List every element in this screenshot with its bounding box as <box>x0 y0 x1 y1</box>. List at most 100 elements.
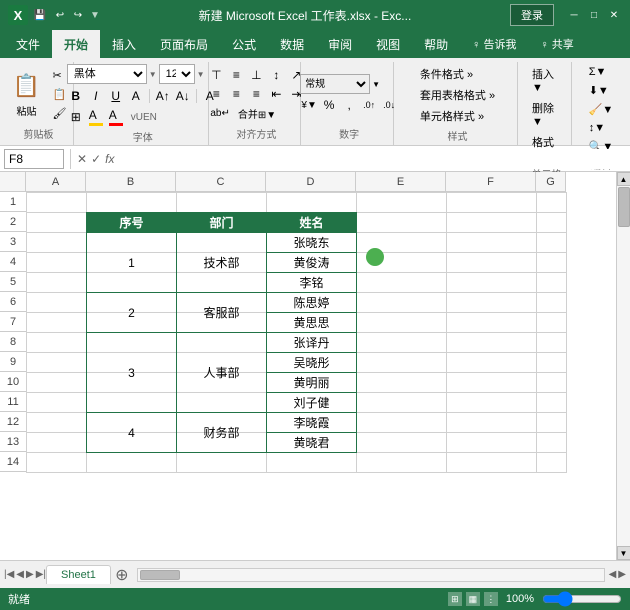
font-name-select[interactable]: 黑体 <box>67 64 147 84</box>
row-header-12[interactable]: 12 <box>0 412 26 432</box>
dept-cell-1[interactable]: 客服部 <box>177 293 267 333</box>
font-color-btn[interactable]: A <box>107 108 125 126</box>
cell-14-E[interactable] <box>357 453 447 473</box>
cell-5-G[interactable] <box>537 273 567 293</box>
dept-cell-2[interactable]: 人事部 <box>177 333 267 413</box>
tab-home[interactable]: 开始 <box>52 30 100 58</box>
normal-view-btn[interactable]: ⊞ <box>448 592 462 606</box>
merge-btn[interactable]: 合并⊞▼ <box>235 104 279 122</box>
seq-cell-0[interactable]: 1 <box>87 233 177 293</box>
sheet-last-btn[interactable]: ▶| <box>36 569 46 580</box>
bold-btn[interactable]: B <box>67 87 85 105</box>
sheet-add-btn[interactable]: ⊕ <box>111 564 133 586</box>
sheet-tab-sheet1[interactable]: Sheet1 <box>46 565 111 584</box>
cell-14-F[interactable] <box>447 453 537 473</box>
cell-4-E[interactable] <box>357 253 447 273</box>
delete-cell-btn[interactable]: 删除▼ <box>528 98 565 130</box>
cell-style-btn[interactable]: 单元格样式 » <box>416 106 499 126</box>
vertical-scrollbar[interactable]: ▲ ▼ <box>616 172 630 560</box>
h-scroll-left[interactable]: ◀ <box>609 569 617 580</box>
row-header-8[interactable]: 8 <box>0 332 26 352</box>
italic-btn[interactable]: I <box>87 87 105 105</box>
tab-review[interactable]: 审阅 <box>316 30 364 58</box>
cell-11-G[interactable] <box>537 393 567 413</box>
login-btn[interactable]: 登录 <box>510 4 554 26</box>
sort-btn[interactable]: ↕▼ <box>585 120 618 136</box>
cell-13-E[interactable] <box>357 433 447 453</box>
font-size-select[interactable]: 12 <box>159 64 195 84</box>
cell-7-A[interactable] <box>27 313 87 333</box>
clear-btn[interactable]: 🧹▼ <box>585 101 618 118</box>
sheet-prev-btn[interactable]: ◀ <box>16 569 24 580</box>
seq-cell-3[interactable]: 4 <box>87 413 177 453</box>
cell-2-A[interactable] <box>27 213 87 233</box>
formula-input[interactable] <box>118 149 626 169</box>
col-A[interactable]: A <box>26 172 86 192</box>
cell-12-F[interactable] <box>447 413 537 433</box>
row-header-4[interactable]: 4 <box>0 252 26 272</box>
currency-btn[interactable]: ¥▼ <box>300 96 318 114</box>
cell-6-A[interactable] <box>27 293 87 313</box>
cell-10-E[interactable] <box>357 373 447 393</box>
tab-tell-me[interactable]: ♀ 告诉我 <box>460 30 528 58</box>
cell-14-G[interactable] <box>537 453 567 473</box>
cell-14-C[interactable] <box>177 453 267 473</box>
quick-access-more[interactable]: ▼ <box>90 10 100 21</box>
cell-2-F[interactable] <box>447 213 537 233</box>
scroll-track[interactable] <box>617 186 630 546</box>
cell-1-B[interactable] <box>87 193 177 213</box>
cell-8-A[interactable] <box>27 333 87 353</box>
row-header-14[interactable]: 14 <box>0 452 26 472</box>
seq-cell-1[interactable]: 2 <box>87 293 177 333</box>
redo-btn[interactable]: ↪ <box>70 7 86 23</box>
person-cell-2-1[interactable]: 吴晓彤 <box>267 353 357 373</box>
row-header-10[interactable]: 10 <box>0 372 26 392</box>
row-header-6[interactable]: 6 <box>0 292 26 312</box>
tab-page-layout[interactable]: 页面布局 <box>148 30 220 58</box>
percent-btn[interactable]: % <box>320 96 338 114</box>
person-cell-0-2[interactable]: 李铭 <box>267 273 357 293</box>
cell-10-A[interactable] <box>27 373 87 393</box>
undo-btn[interactable]: ↩ <box>52 7 68 23</box>
cell-1-D[interactable] <box>267 193 357 213</box>
cell-6-F[interactable] <box>447 293 537 313</box>
cell-1-A[interactable] <box>27 193 87 213</box>
fx-icon[interactable]: fx <box>105 152 114 166</box>
cell-8-F[interactable] <box>447 333 537 353</box>
table-style-btn[interactable]: 套用表格格式 » <box>416 85 499 105</box>
row-header-2[interactable]: 2 <box>0 212 26 232</box>
align-bottom-btn[interactable]: ⊥ <box>247 66 265 84</box>
person-cell-2-2[interactable]: 黄明丽 <box>267 373 357 393</box>
underline-btn[interactable]: U <box>107 87 125 105</box>
person-cell-2-0[interactable]: 张译丹 <box>267 333 357 353</box>
fill-color-btn[interactable]: A <box>87 108 105 126</box>
col-G[interactable]: G <box>536 172 566 192</box>
cell-5-A[interactable] <box>27 273 87 293</box>
cell-3-E[interactable] <box>357 233 447 253</box>
cell-11-F[interactable] <box>447 393 537 413</box>
cell-3-F[interactable] <box>447 233 537 253</box>
row-header-9[interactable]: 9 <box>0 352 26 372</box>
horizontal-scrollbar[interactable] <box>137 568 605 582</box>
cell-5-F[interactable] <box>447 273 537 293</box>
cell-7-E[interactable] <box>357 313 447 333</box>
row-header-3[interactable]: 3 <box>0 232 26 252</box>
cell-5-E[interactable] <box>357 273 447 293</box>
tab-formula[interactable]: 公式 <box>220 30 268 58</box>
cancel-icon[interactable]: ✕ <box>77 152 87 166</box>
tab-share[interactable]: ♀ 共享 <box>528 30 585 58</box>
row-header-5[interactable]: 5 <box>0 272 26 292</box>
number-format-select[interactable]: 常规 <box>300 74 370 94</box>
h-scroll-right[interactable]: ▶ <box>618 569 626 580</box>
align-center-btn[interactable]: ≡ <box>227 85 245 103</box>
sum-btn[interactable]: Σ▼ <box>585 64 618 80</box>
cell-1-G[interactable] <box>537 193 567 213</box>
page-break-btn[interactable]: ⋮ <box>484 592 498 606</box>
col-E[interactable]: E <box>356 172 446 192</box>
cell-1-E[interactable] <box>357 193 447 213</box>
cell-6-E[interactable] <box>357 293 447 313</box>
cell-1-F[interactable] <box>447 193 537 213</box>
person-cell-0-1[interactable]: 黄俊涛 <box>267 253 357 273</box>
cell-11-E[interactable] <box>357 393 447 413</box>
cell-8-G[interactable] <box>537 333 567 353</box>
